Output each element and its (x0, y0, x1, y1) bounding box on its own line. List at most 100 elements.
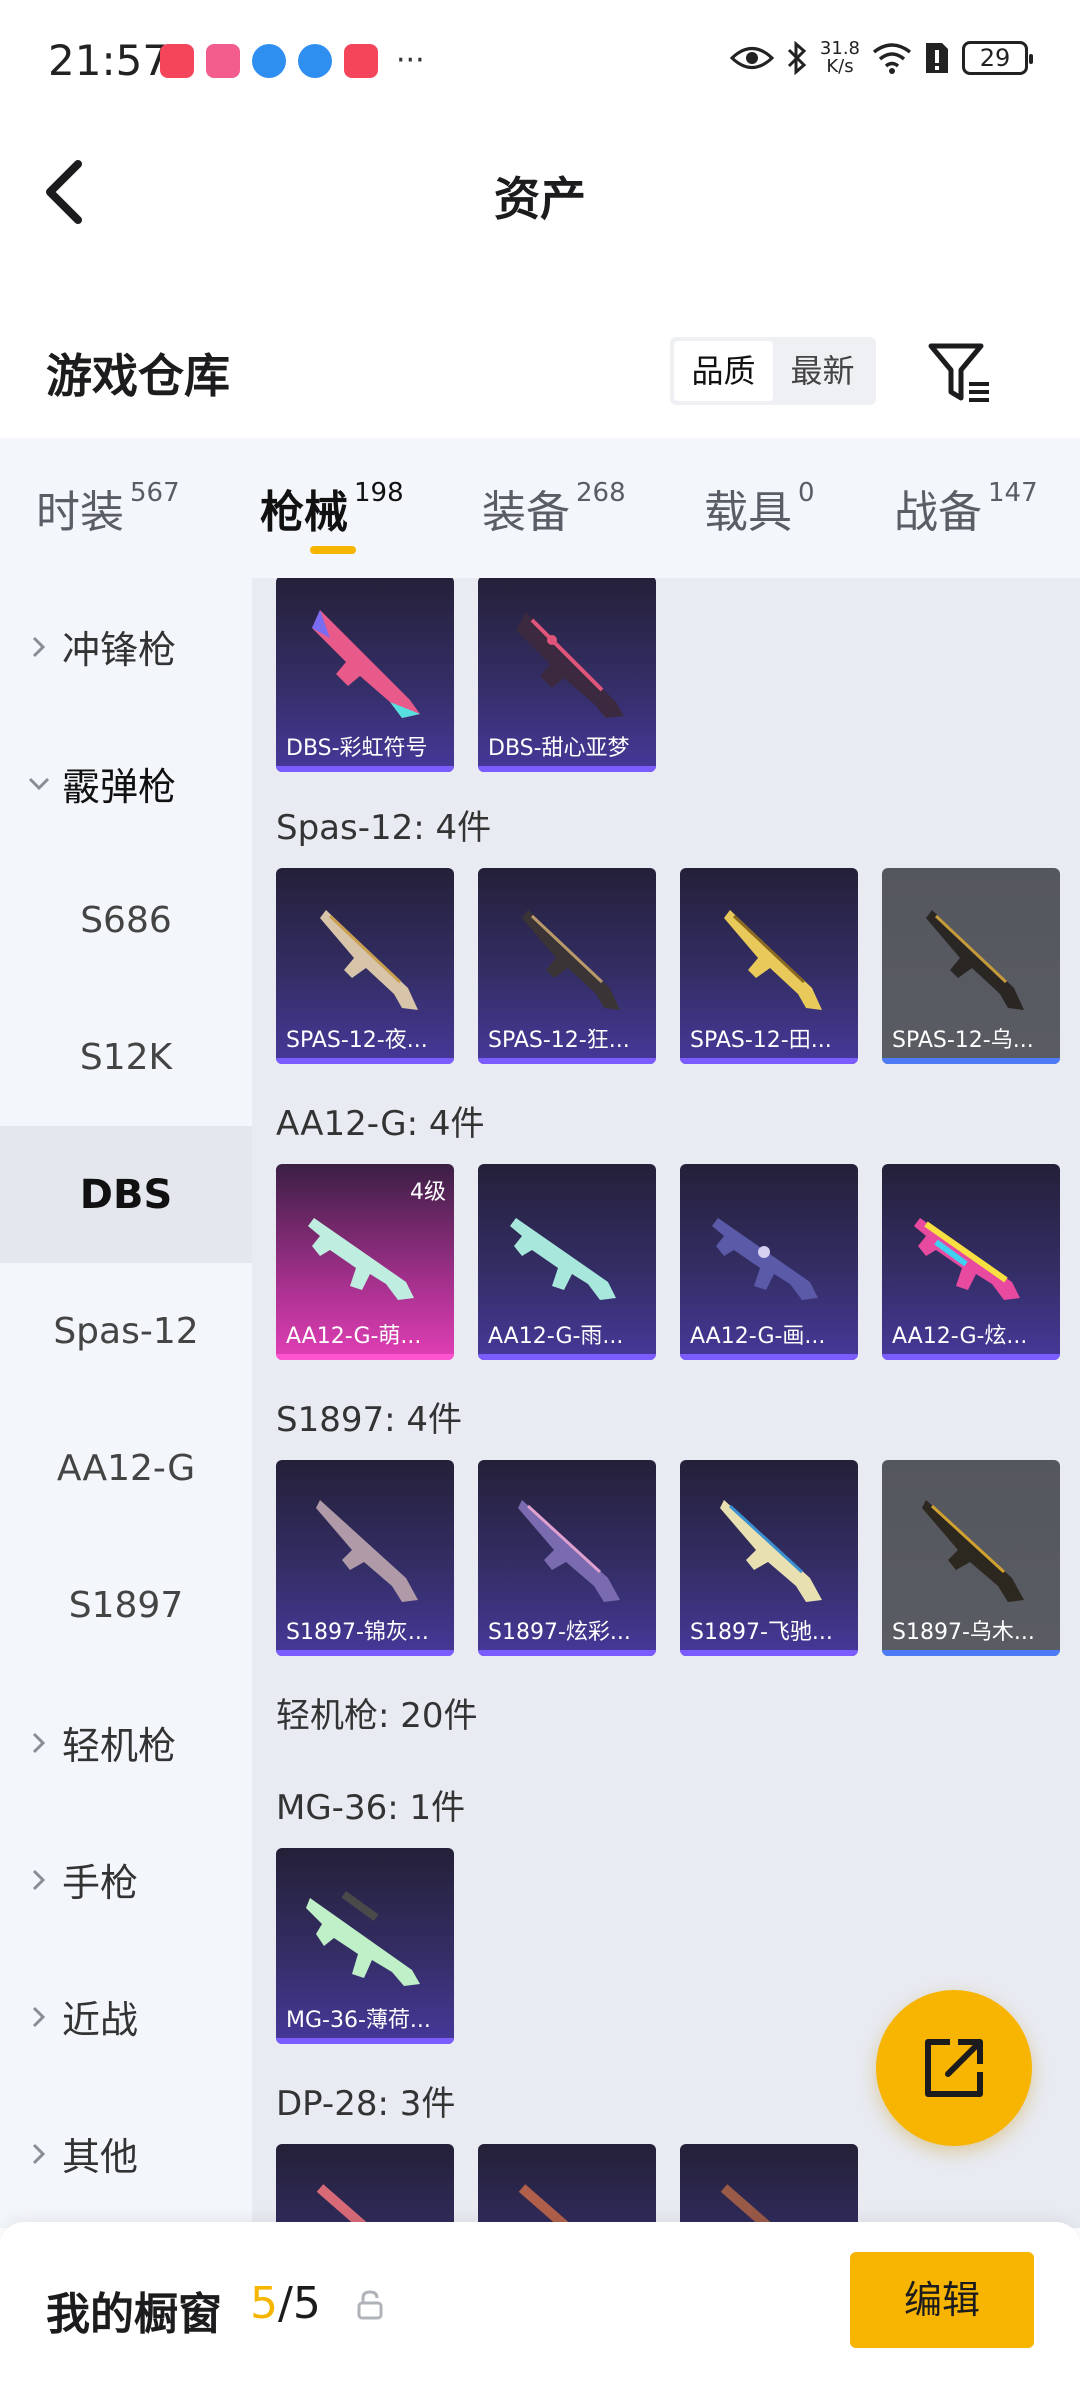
notification-icons: ··· (160, 44, 425, 78)
active-tab-indicator (310, 546, 356, 554)
weapon-card[interactable] (276, 2144, 454, 2228)
share-external-icon (925, 2039, 983, 2097)
shotgun-skin-icon (724, 910, 822, 1010)
rifle-skin-icon (308, 1218, 414, 1300)
chevron-down-icon (28, 777, 50, 790)
chevron-right-icon (32, 2143, 46, 2164)
battery-indicator: 29 (962, 41, 1033, 75)
shotgun-skin-icon (316, 1500, 418, 1602)
machine-gun-skin-icon (518, 2184, 576, 2228)
browser-app-icon (298, 44, 332, 78)
weapon-card[interactable]: SPAS-12-夜... (276, 868, 454, 1064)
weapon-card[interactable] (680, 2144, 858, 2228)
network-speed: 31.8 K/s (819, 38, 860, 77)
nav-item-aa12g[interactable]: AA12-G (0, 1400, 252, 1537)
weapon-card[interactable]: SPAS-12-田... (680, 868, 858, 1064)
weapon-card[interactable]: MG-36-薄荷... (276, 1848, 454, 2044)
sort-quality-option[interactable]: 品质 (674, 341, 773, 401)
nav-item-melee[interactable]: 近战 (0, 1948, 252, 2085)
shotgun-skin-icon (922, 1500, 1024, 1602)
weapon-card[interactable]: S1897-乌木... (882, 1460, 1060, 1656)
edit-button[interactable]: 编辑 (850, 2252, 1034, 2348)
weapon-card[interactable]: S1897-炫彩... (478, 1460, 656, 1656)
weapon-card[interactable]: SPAS-12-乌... (882, 868, 1060, 1064)
sort-toggle: 品质 最新 (670, 337, 876, 405)
group-label-s1897: S1897: 4件 (276, 1400, 463, 1440)
share-button[interactable] (876, 1990, 1032, 2146)
status-time: 21:57 (48, 36, 170, 85)
machine-gun-skin-icon (316, 2184, 374, 2228)
weapon-card[interactable]: DBS-彩虹符号 (276, 578, 454, 772)
shotgun-skin-icon (312, 610, 420, 718)
weapon-card[interactable]: AA12-G-雨... (478, 1164, 656, 1360)
eye-icon (729, 47, 774, 69)
status-indicators: 31.8 K/s 29 (729, 38, 1033, 77)
weapon-card[interactable]: 4级 AA12-G-萌... (276, 1164, 454, 1360)
nav-item-lmg[interactable]: 轻机枪 (0, 1674, 252, 1811)
shotgun-skin-icon (926, 910, 1024, 1010)
shotgun-skin-icon (516, 612, 624, 718)
shopping-app-icon (160, 44, 194, 78)
nav-item-s686[interactable]: S686 (0, 852, 252, 989)
rifle-skin-icon (510, 1218, 616, 1300)
app-header: 资产 (0, 125, 1080, 255)
more-notifications-icon: ··· (396, 43, 425, 78)
tab-firearms[interactable]: 枪械 198 (260, 476, 404, 540)
group-label-lmg: 轻机枪: 20件 (276, 1696, 478, 1736)
bilibili-app-icon (206, 44, 240, 78)
page-title: 资产 (494, 172, 586, 226)
nav-item-smg[interactable]: 冲锋枪 (0, 578, 252, 715)
wifi-icon (872, 43, 912, 74)
weapon-card[interactable]: S1897-飞驰... (680, 1460, 858, 1656)
nav-item-shotgun[interactable]: 霰弹枪 (0, 715, 252, 852)
nav-item-spas12[interactable]: Spas-12 (0, 1263, 252, 1400)
chevron-right-icon (32, 2006, 46, 2027)
weapon-card[interactable] (478, 2144, 656, 2228)
weapon-card[interactable]: DBS-甜心亚梦 (478, 578, 656, 772)
tab-supplies[interactable]: 战备 147 (894, 476, 1038, 540)
sim-alert-icon (926, 43, 948, 73)
chevron-right-icon (32, 1732, 46, 1753)
machine-gun-skin-icon (720, 2184, 778, 2228)
weapon-grid: DBS-彩虹符号 DBS-甜心亚梦 Spas-12: 4件 SPAS-12-夜.… (252, 578, 1080, 2228)
showcase-count: 5/5 (250, 2278, 321, 2329)
shotgun-skin-icon (522, 910, 620, 1010)
weapon-category-nav: 冲锋枪 霰弹枪 S686 S12K DBS Spas-12 AA12-G S18… (0, 578, 252, 2228)
nav-item-s12k[interactable]: S12K (0, 989, 252, 1126)
tab-vehicles[interactable]: 载具 0 (704, 476, 815, 540)
weapon-card[interactable]: SPAS-12-狂... (478, 868, 656, 1064)
machine-gun-skin-icon (306, 1891, 420, 1986)
weapon-card[interactable]: AA12-G-画... (680, 1164, 858, 1360)
lock-icon (357, 2290, 383, 2320)
group-label-spas12: Spas-12: 4件 (276, 808, 492, 848)
weapon-card[interactable]: AA12-G-炫... (882, 1164, 1060, 1360)
rifle-skin-icon (712, 1218, 818, 1300)
filter-icon (928, 343, 989, 402)
showcase-title: 我的橱窗 (46, 2289, 222, 2340)
nav-item-dbs[interactable]: DBS (0, 1126, 252, 1263)
nav-item-s1897[interactable]: S1897 (0, 1537, 252, 1674)
category-tabs: 时装 567 枪械 198 装备 268 载具 0 战备 147 (0, 438, 1080, 578)
bluetooth-icon (787, 41, 807, 75)
weapon-card[interactable]: S1897-锦灰... (276, 1460, 454, 1656)
group-label-aa12g: AA12-G: 4件 (276, 1104, 485, 1144)
nav-item-other[interactable]: 其他 (0, 2085, 252, 2222)
shopping-app-icon (344, 44, 378, 78)
chevron-right-icon (32, 636, 46, 657)
status-bar: 21:57 ··· 31.8 K/s 29 (0, 0, 1080, 125)
group-label-mg36: MG-36: 1件 (276, 1788, 466, 1828)
nav-item-pistol[interactable]: 手枪 (0, 1811, 252, 1948)
warehouse-title: 游戏仓库 (46, 349, 230, 403)
group-label-dp28: DP-28: 3件 (276, 2084, 456, 2124)
shotgun-skin-icon (720, 1500, 822, 1602)
shotgun-skin-icon (320, 910, 418, 1010)
showcase-bar: 我的橱窗 5/5 编辑 (0, 2222, 1080, 2382)
chevron-right-icon (32, 1869, 46, 1890)
browser-app-icon (252, 44, 286, 78)
tab-equipment[interactable]: 装备 268 (482, 476, 626, 540)
sort-newest-option[interactable]: 最新 (773, 341, 872, 401)
shotgun-skin-icon (518, 1500, 620, 1602)
rifle-skin-icon (914, 1218, 1020, 1300)
filter-button[interactable] (925, 338, 995, 408)
tab-fashion[interactable]: 时装 567 (36, 476, 180, 540)
